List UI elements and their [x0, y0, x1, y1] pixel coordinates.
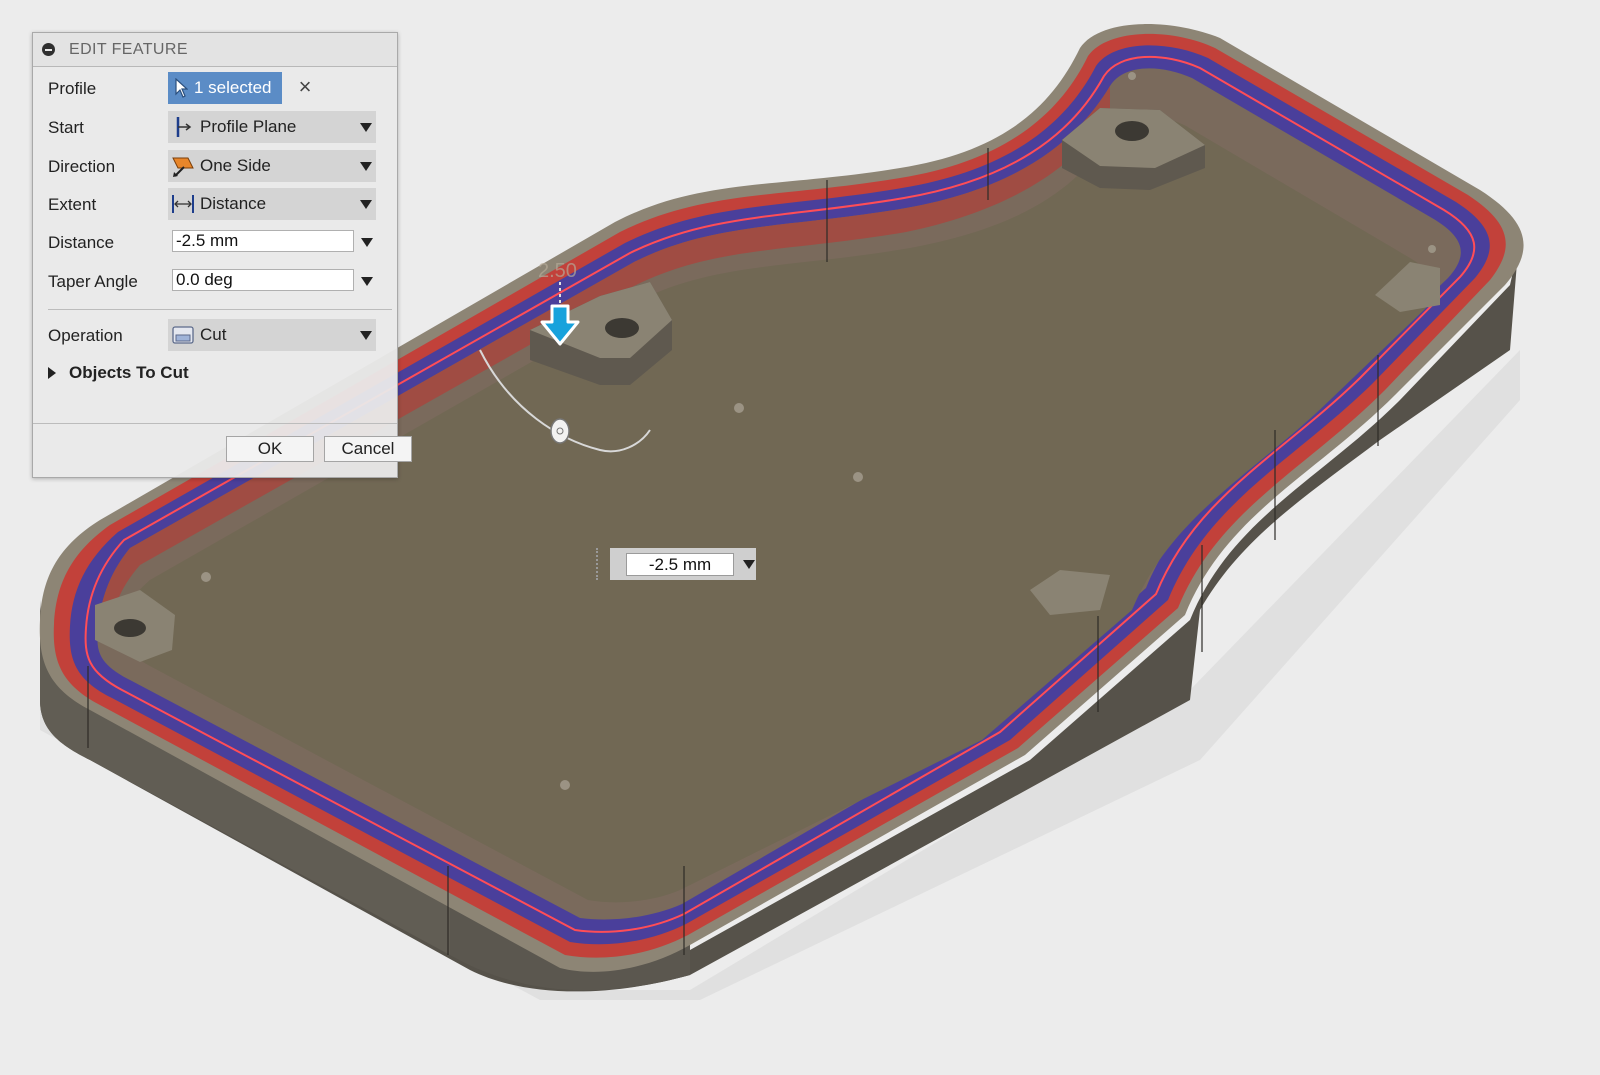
distance-label: Distance — [48, 233, 115, 252]
dialog-titlebar[interactable]: EDIT FEATURE — [33, 33, 397, 67]
profile-label: Profile — [48, 79, 97, 98]
viewport-distance-widget: -2.5 mm — [610, 548, 756, 580]
distance-icon — [172, 195, 194, 213]
chevron-down-icon[interactable] — [361, 277, 373, 286]
extent-value: Distance — [200, 194, 267, 213]
profile-selection-button[interactable]: 1 selected — [168, 72, 282, 104]
input-drag-handle[interactable] — [596, 548, 602, 580]
distance-row: Distance -2.5 mm — [33, 226, 397, 258]
extent-row: Extent Distance — [33, 188, 397, 220]
start-label: Start — [48, 118, 84, 137]
chevron-down-icon — [360, 123, 372, 132]
edit-feature-dialog: EDIT FEATURE Profile 1 selected × Start — [32, 32, 412, 478]
footer-divider — [33, 423, 397, 424]
chevron-down-icon — [360, 200, 372, 209]
chevron-down-icon[interactable] — [743, 560, 755, 569]
chevron-down-icon — [360, 162, 372, 171]
direction-dropdown[interactable]: One Side — [168, 150, 376, 182]
cancel-button[interactable]: Cancel — [324, 436, 412, 462]
ok-button[interactable]: OK — [226, 436, 314, 462]
objects-to-cut-group[interactable]: Objects To Cut — [48, 362, 189, 384]
divider — [48, 309, 392, 310]
start-dropdown[interactable]: Profile Plane — [168, 111, 376, 143]
direction-row: Direction One Side — [33, 150, 397, 182]
taper-angle-label: Taper Angle — [48, 272, 138, 291]
expand-icon[interactable] — [48, 367, 56, 379]
cut-icon — [172, 326, 194, 344]
start-value: Profile Plane — [200, 117, 297, 136]
operation-value: Cut — [200, 325, 227, 344]
profile-plane-icon — [176, 117, 192, 137]
manipulator-label: 2.50 — [538, 260, 577, 282]
cursor-icon — [175, 78, 188, 98]
taper-angle-input[interactable]: 0.0 deg — [172, 269, 354, 291]
one-side-icon — [172, 157, 194, 177]
dialog-title: EDIT FEATURE — [69, 40, 188, 58]
distance-input[interactable]: -2.5 mm — [172, 230, 354, 252]
collapse-icon[interactable] — [42, 43, 55, 56]
chevron-down-icon[interactable] — [361, 238, 373, 247]
objects-to-cut-label: Objects To Cut — [69, 363, 189, 382]
operation-dropdown[interactable]: Cut — [168, 319, 376, 351]
chevron-down-icon — [360, 331, 372, 340]
taper-angle-handle[interactable] — [550, 418, 570, 444]
operation-row: Operation Cut — [33, 319, 397, 351]
direction-value: One Side — [200, 156, 271, 175]
start-row: Start Profile Plane — [33, 111, 397, 143]
taper-angle-row: Taper Angle 0.0 deg — [33, 265, 397, 297]
extent-label: Extent — [48, 195, 97, 214]
profile-row: Profile 1 selected × — [33, 72, 397, 104]
operation-label: Operation — [48, 326, 123, 345]
viewport-distance-input[interactable]: -2.5 mm — [626, 553, 734, 576]
profile-selection-value: 1 selected — [194, 78, 272, 97]
direction-label: Direction — [48, 157, 116, 176]
extent-dropdown[interactable]: Distance — [168, 188, 376, 220]
clear-selection-icon[interactable]: × — [294, 76, 316, 98]
